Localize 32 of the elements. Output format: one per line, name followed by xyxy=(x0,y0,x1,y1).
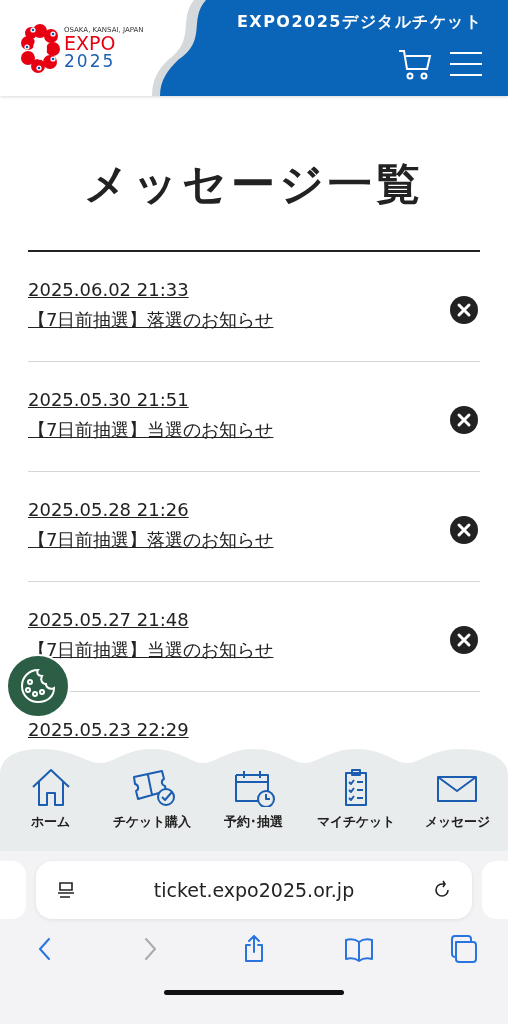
address-bar[interactable]: ticket.expo2025.or.jp xyxy=(36,861,472,919)
nav-tab[interactable]: マイチケット xyxy=(304,767,407,851)
forward-icon xyxy=(142,937,157,961)
message-date[interactable]: 2025.05.28 21:26 xyxy=(28,498,189,520)
nav-tab[interactable]: チケット購入 xyxy=(101,767,204,851)
close-icon[interactable] xyxy=(450,625,478,654)
site-title: EXPO2025デジタルチケット xyxy=(236,12,482,33)
nav-tab[interactable]: 予約･抽選 xyxy=(203,767,305,851)
logo-year: 2025 xyxy=(64,52,117,70)
logo-word: EXPO xyxy=(64,33,116,53)
logo-icon xyxy=(20,23,60,73)
reload-icon[interactable] xyxy=(432,880,452,900)
cart-icon[interactable] xyxy=(398,47,432,81)
message-subject[interactable]: 【7日前抽選】落選のお知らせ xyxy=(28,527,274,552)
page-title: メッセージ一覧 xyxy=(83,158,425,211)
back-icon xyxy=(38,937,52,961)
close-icon[interactable] xyxy=(450,405,478,434)
close-icon[interactable] xyxy=(450,515,478,544)
url-text: ticket.expo2025.or.jp xyxy=(153,879,355,901)
message-date[interactable]: 2025.05.27 21:48 xyxy=(28,608,189,630)
message-date[interactable]: 2025.05.30 21:51 xyxy=(28,388,189,410)
message-date[interactable]: 2025.06.02 21:33 xyxy=(28,278,189,300)
nav-tab[interactable]: ホーム xyxy=(0,767,102,851)
tabs-icon xyxy=(448,934,478,964)
reader-icon[interactable] xyxy=(56,880,76,900)
message-date[interactable]: 2025.05.23 22:29 xyxy=(28,718,189,740)
message-subject[interactable]: 【7日前抽選】当選のお知らせ xyxy=(28,417,274,442)
nav-tab[interactable]: メッセージ xyxy=(406,767,508,851)
message-subject[interactable]: 【7日前抽選】落選のお知らせ xyxy=(28,307,274,332)
menu-icon[interactable] xyxy=(450,51,482,77)
cookie-icon xyxy=(18,666,58,706)
close-icon[interactable] xyxy=(450,295,478,324)
